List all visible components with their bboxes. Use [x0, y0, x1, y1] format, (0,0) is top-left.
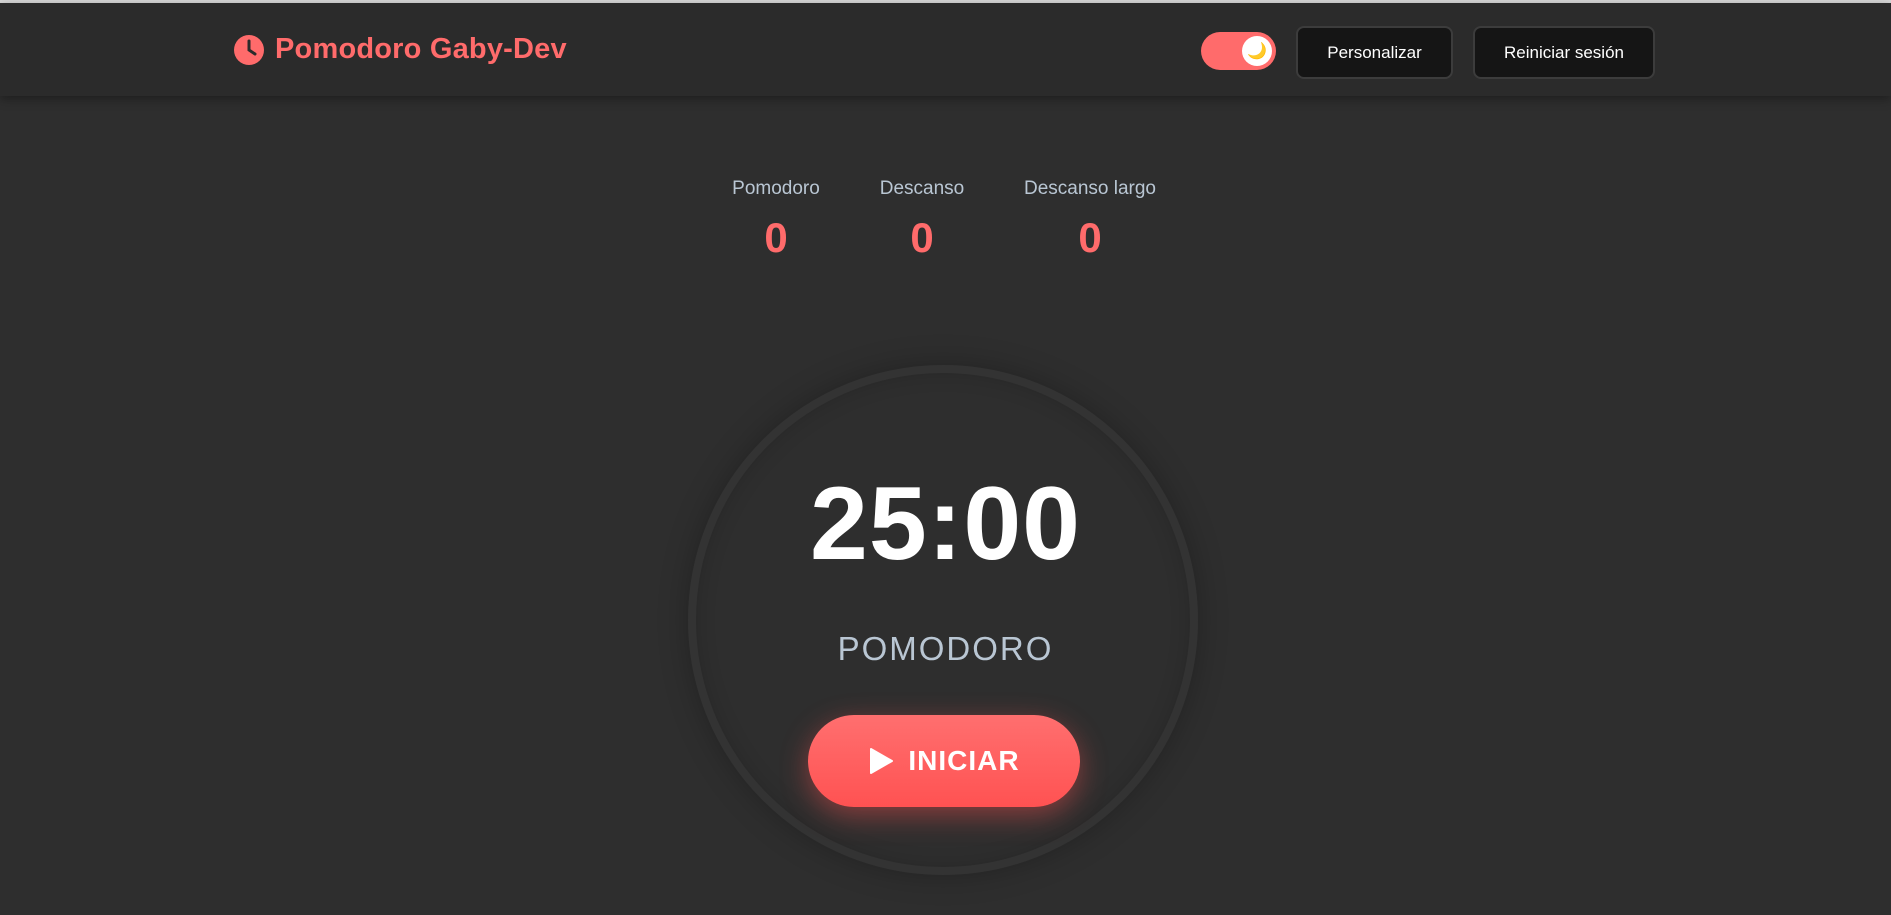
theme-toggle[interactable]: 🌙: [1201, 32, 1276, 70]
stat-descanso: Descanso 0: [880, 178, 965, 262]
clock-icon: [233, 34, 265, 66]
reset-session-button[interactable]: Reiniciar sesión: [1473, 26, 1655, 79]
brand[interactable]: Pomodoro Gaby-Dev: [233, 33, 567, 66]
stat-label: Descanso largo: [1023, 178, 1157, 199]
moon-icon: 🌙: [1242, 36, 1272, 66]
timer-display: 25:00: [810, 466, 1081, 582]
stat-label: Pomodoro: [732, 178, 820, 199]
session-stats: Pomodoro 0 Descanso 0 Descanso largo 0: [0, 178, 1891, 278]
stat-value: 0: [764, 214, 788, 261]
timer-mode-label: POMODORO: [837, 630, 1054, 667]
stat-value: 0: [910, 214, 934, 261]
start-button[interactable]: INICIAR: [808, 715, 1080, 807]
stat-pomodoro: Pomodoro 0: [732, 178, 820, 262]
app-header: Pomodoro Gaby-Dev 🌙 Personalizar Reinici…: [0, 3, 1891, 96]
stat-value: 0: [1078, 214, 1102, 261]
stat-descanso-largo: Descanso largo 0: [1024, 178, 1156, 262]
start-button-label: INICIAR: [908, 745, 1020, 776]
personalize-button[interactable]: Personalizar: [1296, 26, 1453, 79]
play-icon: [868, 747, 894, 775]
stat-label: Descanso: [879, 178, 965, 199]
brand-title: Pomodoro Gaby-Dev: [275, 33, 567, 65]
